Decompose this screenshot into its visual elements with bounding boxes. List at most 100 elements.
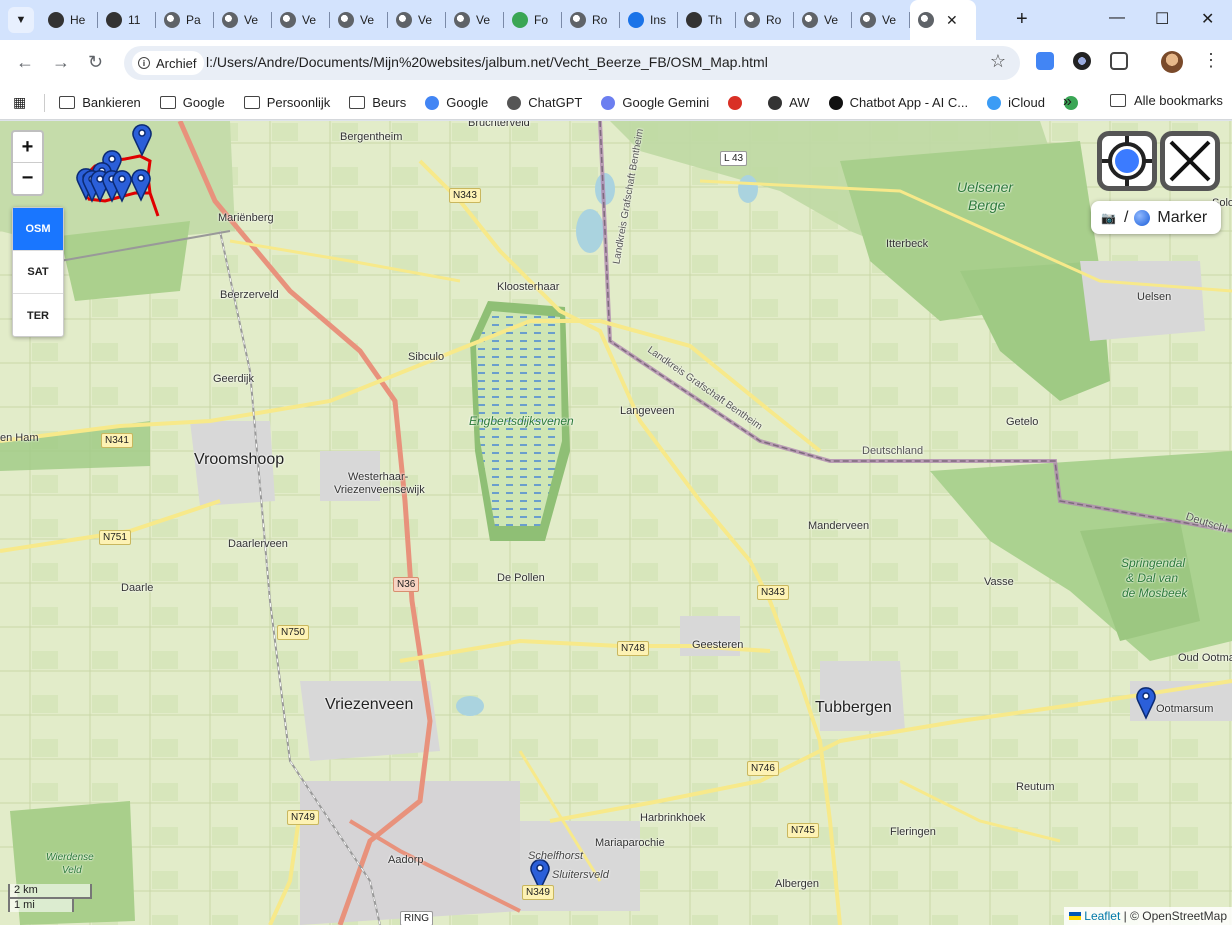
new-tab-button[interactable]: + (1016, 8, 1028, 31)
globe-icon (338, 12, 354, 28)
map-marker[interactable] (132, 124, 152, 157)
browser-tab[interactable]: Ve (852, 0, 910, 40)
zoom-out-button[interactable]: − (13, 163, 42, 194)
browser-tab-active[interactable]: ✕ (910, 0, 976, 40)
google-icon (425, 95, 440, 110)
layer-osm-button[interactable]: OSM (13, 208, 63, 251)
folder-icon (159, 96, 176, 109)
road-shield: N343 (757, 585, 789, 600)
browser-tab[interactable]: Ve (388, 0, 446, 40)
close-map-button[interactable] (1160, 131, 1220, 191)
extensions-puzzle-icon[interactable] (1110, 52, 1128, 70)
bookmark-item[interactable]: iCloud (987, 95, 1045, 110)
leaflet-map[interactable]: Bruchterveld Bergentheim Mariënberg Beer… (0, 121, 1232, 925)
browser-tab[interactable]: He (40, 0, 98, 40)
bookmark-item[interactable]: AW (768, 95, 810, 110)
nature-label: Berge (968, 197, 1006, 213)
browser-tab[interactable]: Ve (330, 0, 388, 40)
gear-icon (628, 12, 644, 28)
nature-label: de Mosbeek (1122, 586, 1188, 600)
place-label: Albergen (775, 878, 820, 890)
globe-icon (280, 12, 296, 28)
minimize-button[interactable]: — (1109, 9, 1125, 27)
leaf-icon (106, 12, 122, 28)
browser-tab[interactable]: Ro (736, 0, 794, 40)
place-label: Itterbeck (886, 238, 929, 250)
ukraine-flag-icon (1069, 912, 1082, 920)
tab-title: Ro (766, 13, 782, 27)
map-marker[interactable] (131, 169, 151, 202)
zoom-in-button[interactable]: + (13, 132, 42, 163)
bookmark-item[interactable]: Google (159, 95, 225, 110)
bookmarks-overflow-button[interactable]: » (1063, 93, 1072, 111)
gemini-icon (601, 95, 616, 110)
place-label: Kloosterhaar (497, 281, 560, 293)
bookmark-star-icon[interactable]: ☆ (990, 51, 1006, 72)
locate-button[interactable] (1097, 131, 1157, 191)
map-marker[interactable] (1136, 687, 1156, 720)
browser-tab[interactable]: Ve (446, 0, 504, 40)
bookmark-item[interactable]: Chatbot App - AI C... (828, 95, 968, 110)
browser-tab[interactable]: Ve (794, 0, 852, 40)
globe-icon (222, 12, 238, 28)
globe-icon (570, 12, 586, 28)
scale-bar: 2 km 1 mi (8, 884, 92, 912)
profile-avatar[interactable] (1161, 51, 1183, 73)
browser-tab[interactable]: Ro (562, 0, 620, 40)
tab-strip: ▼ He 11 Pa Ve Ve Ve Ve Ve Fo Ro Ins Th Ro Ve Ve ✕ + — ☐… (0, 0, 1232, 40)
layer-switcher: OSM SAT TER (12, 207, 64, 337)
bookmark-item[interactable] (728, 95, 749, 110)
globe-icon (918, 12, 934, 28)
browser-tab[interactable]: Th (678, 0, 736, 40)
site-info-chip[interactable]: i Archief (132, 51, 205, 75)
tab-close-button[interactable]: ✕ (946, 12, 958, 29)
bookmark-item[interactable]: Beurs (349, 95, 406, 110)
place-label: Mariënberg (218, 212, 274, 224)
place-label: Fleringen (890, 826, 936, 838)
globe-icon (744, 12, 760, 28)
menu-kebab-icon[interactable]: ⋮ (1202, 50, 1220, 71)
legend-separator: / (1123, 208, 1129, 226)
nature-label: Uelsener (957, 179, 1014, 195)
extension-globe-icon[interactable] (1073, 52, 1091, 70)
browser-tab[interactable]: Ve (272, 0, 330, 40)
reload-button[interactable]: ↻ (88, 52, 103, 73)
bookmark-item[interactable]: Google Gemini (601, 95, 709, 110)
place-label: Sibculo (408, 351, 445, 363)
place-label: Daarle (121, 582, 154, 594)
google-translate-icon[interactable] (1036, 52, 1054, 70)
bookmark-label: Google Gemini (622, 95, 710, 110)
map-marker[interactable] (112, 170, 132, 203)
tab-title: Ro (592, 13, 608, 27)
browser-tab[interactable]: Ve (214, 0, 272, 40)
all-bookmarks-folder[interactable]: Alle bookmarks (1110, 93, 1223, 108)
tab-search-button[interactable]: ▼ (8, 7, 34, 33)
bookmark-label: AW (789, 95, 810, 110)
bookmark-item[interactable]: Bankieren (59, 95, 141, 110)
bookmark-item[interactable]: ChatGPT (507, 95, 582, 110)
folder-icon (59, 96, 76, 109)
maximize-button[interactable]: ☐ (1155, 9, 1169, 29)
globe-icon (396, 12, 412, 28)
apps-grid-icon[interactable]: ▦ (13, 94, 26, 111)
bookmark-label: ChatGPT (528, 95, 583, 110)
bookmark-item[interactable]: Google (425, 95, 488, 110)
layer-sat-button[interactable]: SAT (13, 251, 63, 294)
address-bar[interactable]: i Archief l:/Users/Andre/Documents/Mijn%… (124, 46, 1020, 80)
leaflet-link[interactable]: Leaflet (1084, 909, 1120, 923)
bookmark-item[interactable]: Persoonlijk (243, 95, 330, 110)
browser-tab[interactable]: 11 (98, 0, 156, 40)
url-text[interactable]: l:/Users/Andre/Documents/Mijn%20websites… (206, 54, 768, 70)
browser-tab[interactable]: Fo (504, 0, 562, 40)
browser-tab[interactable]: Ins (620, 0, 678, 40)
close-window-button[interactable]: ✕ (1201, 9, 1214, 29)
folder-icon (349, 96, 366, 109)
place-label: De Pollen (497, 572, 545, 584)
town-label: Vriezenveen (325, 696, 414, 713)
place-label: Aadorp (388, 854, 424, 866)
forward-button[interactable]: → (52, 52, 70, 73)
bookmark-label: iCloud (1008, 95, 1045, 110)
back-button[interactable]: ← (16, 52, 34, 73)
browser-tab[interactable]: Pa (156, 0, 214, 40)
layer-ter-button[interactable]: TER (13, 294, 63, 337)
